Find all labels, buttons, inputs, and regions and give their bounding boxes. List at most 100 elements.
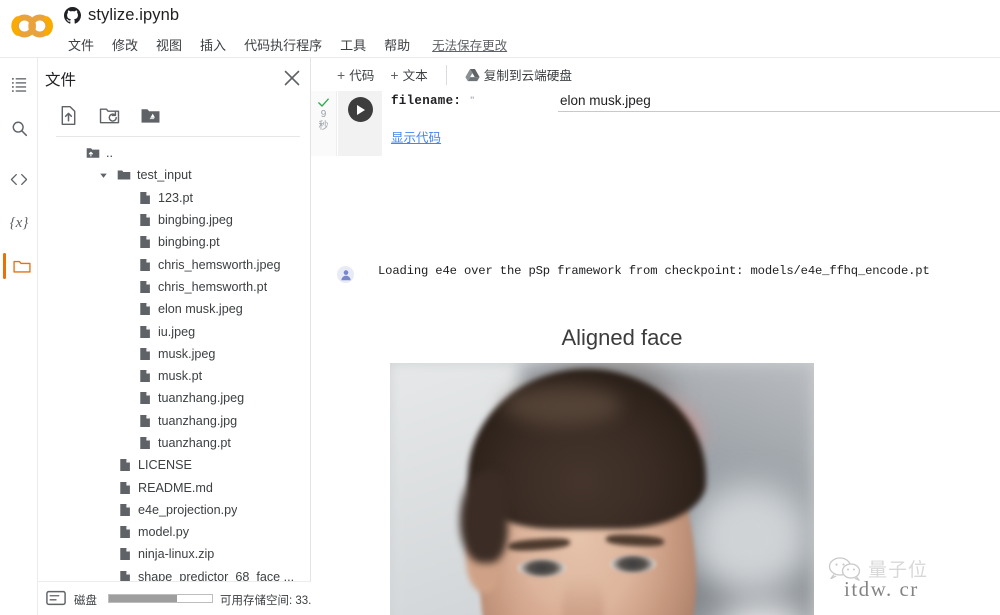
tree-row-file[interactable]: musk.jpeg	[38, 343, 311, 365]
files-panel-toolbar	[38, 98, 311, 132]
cell-body: filename: " 显示代码	[382, 91, 1000, 156]
tree-row-folder-test-input[interactable]: test_input	[38, 164, 311, 186]
save-status-link[interactable]: 无法保存更改	[432, 35, 507, 54]
file-icon	[140, 303, 150, 316]
add-text-label: 文本	[402, 69, 428, 83]
tree-label-file: chris_hemsworth.pt	[158, 279, 268, 294]
tree-label-file: iu.jpeg	[158, 324, 196, 339]
page-title: stylize.ipynb	[88, 6, 180, 24]
rail-item-files[interactable]	[0, 246, 38, 286]
notebook-toolbar: + 代码 + 文本 复制到云端硬盘	[311, 58, 1000, 91]
add-code-label: 代码	[349, 69, 375, 83]
chevron-down-icon[interactable]	[98, 170, 109, 181]
file-icon	[140, 213, 150, 227]
tree-label-file: elon musk.jpeg	[158, 302, 243, 317]
colab-logo[interactable]	[10, 8, 56, 44]
menu-help[interactable]: 帮助	[382, 33, 412, 56]
tree-row-file[interactable]: LICENSE	[38, 454, 311, 476]
copy-to-drive-button[interactable]: 复制到云端硬盘	[457, 62, 580, 87]
top-bar: stylize.ipynb 文件 修改 视图 插入 代码执行程序 工具 帮助 无…	[0, 0, 1000, 58]
tree-row-parent[interactable]: ..	[38, 142, 311, 164]
figure-title: Aligned face	[561, 325, 683, 350]
add-text-cell-button[interactable]: + 文本	[382, 62, 435, 87]
run-duration-unit: 秒	[318, 120, 329, 132]
menu-edit[interactable]: 修改	[110, 33, 140, 56]
tree-row-file[interactable]: ninja-linux.zip	[38, 543, 311, 565]
search-icon	[12, 121, 27, 136]
file-icon	[140, 347, 150, 360]
mount-drive-icon[interactable]	[140, 105, 161, 126]
github-icon	[64, 7, 81, 24]
photo-hair-highlight	[502, 385, 622, 425]
menu-insert[interactable]: 插入	[198, 33, 228, 56]
photo-bg-gray	[690, 483, 810, 593]
file-icon	[140, 392, 150, 405]
tree-row-file[interactable]: chris_hemsworth.jpeg	[38, 253, 311, 275]
tree-label-file: musk.jpeg	[158, 346, 216, 361]
notebook-title-row[interactable]: stylize.ipynb	[64, 6, 179, 25]
rail-item-search[interactable]	[0, 108, 38, 148]
tree-row-file[interactable]: chris_hemsworth.pt	[38, 276, 311, 298]
tree-label-file: tuanzhang.pt	[158, 436, 231, 450]
menu-view[interactable]: 视图	[154, 33, 184, 56]
menu-bar: 文件 修改 视图 插入 代码执行程序 工具 帮助 无法保存更改	[66, 33, 507, 56]
tree-label-file: tuanzhang.jpg	[158, 413, 238, 428]
run-cell-button[interactable]	[347, 97, 373, 122]
tree-label-file: musk.pt	[158, 369, 203, 384]
menu-file[interactable]: 文件	[66, 33, 96, 56]
close-icon[interactable]	[283, 69, 301, 87]
tree-row-file[interactable]: tuanzhang.pt	[38, 432, 311, 454]
tree-label-file: 123.pt	[158, 190, 194, 205]
aligned-face-photo	[390, 363, 814, 615]
disk-status-bar: 磁盘 可用存储空间: 33.57 GB	[38, 581, 344, 615]
tree-row-file[interactable]: bingbing.pt	[38, 231, 311, 253]
files-panel-title: 文件	[45, 72, 77, 89]
tree-row-file[interactable]: 123.pt	[38, 187, 311, 209]
files-panel-header: 文件	[38, 58, 311, 96]
copy-to-drive-label: 复制到云端硬盘	[483, 69, 572, 83]
tree-label-file: tuanzhang.jpeg	[158, 391, 245, 406]
rail-item-toc[interactable]	[0, 64, 38, 104]
tree-row-file[interactable]: iu.jpeg	[38, 320, 311, 342]
refresh-folder-icon[interactable]	[99, 105, 120, 126]
disk-usage-fill	[109, 595, 177, 602]
tree-row-file[interactable]: e4e_projection.py	[38, 499, 311, 521]
tree-row-file[interactable]: README.md	[38, 476, 311, 498]
menu-tools[interactable]: 工具	[338, 33, 368, 56]
code-snippets-icon	[10, 173, 28, 185]
disk-usage-bar	[108, 594, 213, 603]
check-icon	[318, 98, 329, 107]
rail-item-variables[interactable]: {x}	[0, 203, 38, 243]
upload-file-icon[interactable]	[58, 105, 79, 126]
tree-row-file[interactable]: elon musk.jpeg	[38, 298, 311, 320]
rail-item-code-snippets[interactable]	[0, 159, 38, 199]
watermark-url: itdw. cr	[844, 577, 919, 601]
files-icon	[13, 260, 31, 273]
tree-row-file[interactable]: tuanzhang.jpg	[38, 410, 311, 432]
file-icon	[120, 548, 130, 561]
tree-row-file[interactable]: model.py	[38, 521, 311, 543]
file-icon	[140, 280, 150, 293]
cell-run-area	[338, 91, 382, 156]
output-log-line: Loading e4e over the pSp framework from …	[378, 264, 930, 278]
active-indicator	[3, 253, 6, 279]
file-icon	[140, 236, 150, 249]
filename-input[interactable]	[558, 91, 1000, 112]
menu-runtime[interactable]: 代码执行程序	[242, 33, 324, 56]
variables-icon: {x}	[9, 214, 29, 231]
tree-row-file[interactable]: musk.pt	[38, 365, 311, 387]
tree-label-file: LICENSE	[138, 458, 192, 473]
tree-label-file: bingbing.jpeg	[158, 213, 233, 228]
folder-icon	[117, 170, 131, 180]
tree-label-file: README.md	[138, 480, 213, 495]
add-code-cell-button[interactable]: + 代码	[329, 62, 382, 87]
tree-row-file[interactable]: tuanzhang.jpeg	[38, 387, 311, 409]
form-field-row: filename: "	[391, 94, 474, 108]
plus-icon: +	[337, 66, 346, 83]
show-code-link[interactable]: 显示代码	[391, 127, 441, 146]
file-icon	[120, 481, 130, 494]
file-icon	[120, 526, 130, 539]
tree-row-file[interactable]: bingbing.jpeg	[38, 209, 311, 231]
toolbar-divider	[56, 136, 300, 137]
file-icon	[140, 370, 150, 383]
